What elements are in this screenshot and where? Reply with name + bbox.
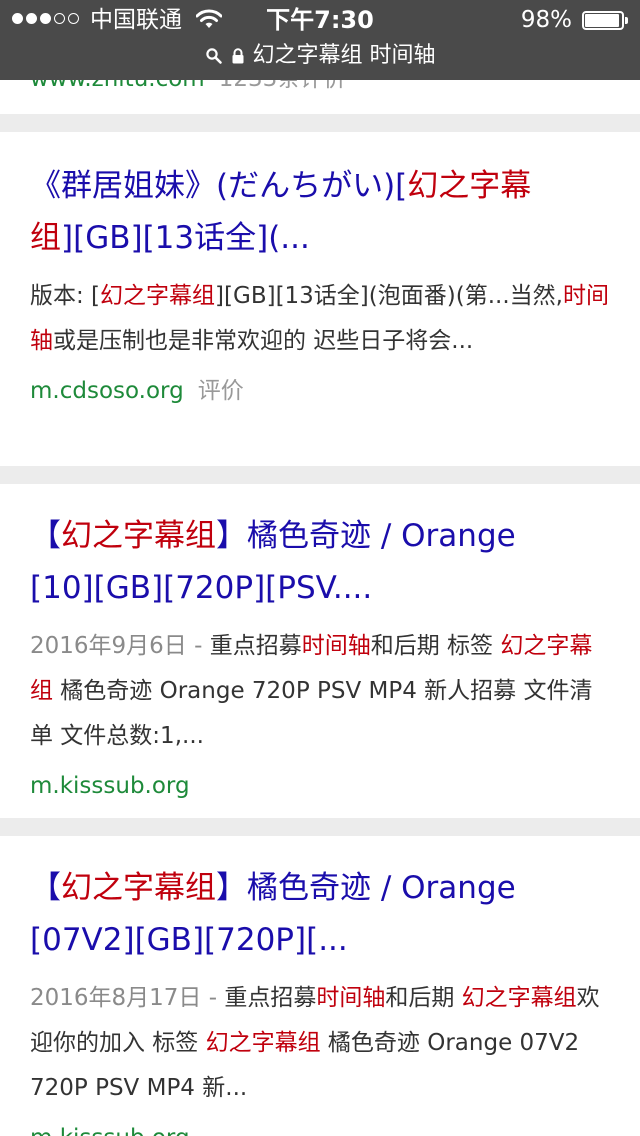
result-snippet: 版本: [幻之字幕组][GB][13话全](泡面番)(第...当然,时间轴或是压… [30,274,610,364]
snippet-highlight: 时间轴 [301,633,371,659]
snippet-highlight: 时间轴 [316,985,386,1011]
battery-percentage: 98% [520,7,572,33]
result-meta: m.cdsoso.org 评价 [30,374,610,408]
snippet-highlight: 幻之字幕组 [100,283,216,309]
address-bar[interactable]: 幻之字幕组 时间轴 [0,40,640,72]
result-site-url[interactable]: m.cdsoso.org [30,378,184,404]
snippet-text: 重点招募 [202,633,302,659]
battery-cap [625,17,628,24]
snippet-text: 橘色奇迹 Orange 720P PSV MP4 新人招募 文件清单 文件总数:… [30,678,593,749]
snippet-text: 和后期 [385,985,462,1011]
title-highlight: 幻之字幕 [407,168,532,204]
snippet-text: 和后期 标签 [370,633,501,659]
result-date: 2016年9月6日 - [30,633,203,659]
title-text: [10][GB][720P][PSV.... [30,570,373,606]
result-site-url[interactable]: m.kisssub.org [30,1125,190,1136]
battery-icon [582,11,628,30]
title-text: 《群居姐妹》(だんちがい)[ [30,168,408,204]
title-highlight: 组 [30,220,61,256]
search-result-card: 【幻之字幕组】橘色奇迹 / Orange [10][GB][720P][PSV..… [0,484,640,818]
result-title-link[interactable]: 【幻之字幕组】橘色奇迹 / Orange [07V2][GB][720P][... [30,862,610,966]
status-bar: 中国联通 下午7:30 98% [0,0,640,40]
snippet-text: 版本: [ [30,283,101,309]
snippet-text: 或是压制也是非常欢迎的 迟些日子将会... [53,328,474,354]
title-highlight: 幻之字幕组 [61,518,216,554]
result-rating[interactable]: 评价 [198,378,244,404]
snippet-highlight: 幻之字幕组 [205,1030,321,1056]
result-title-link[interactable]: 《群居姐妹》(だんちがい)[幻之字幕组][GB][13话全](... [30,160,610,264]
result-title-link[interactable]: 【幻之字幕组】橘色奇迹 / Orange [10][GB][720P][PSV..… [30,510,610,614]
search-icon [205,48,222,64]
result-date: 2016年8月17日 - [30,985,218,1011]
title-highlight: 幻之字幕组 [61,870,216,906]
snippet-text: 重点招募 [217,985,317,1011]
title-text: [07V2][GB][720P][... [30,922,348,958]
search-result-card: 《群居姐妹》(だんちがい)[幻之字幕 组][GB][13话全](... 版本: [… [0,132,640,466]
title-text: 【 [30,870,61,906]
search-query-text: 幻之字幕组 时间轴 [252,43,436,68]
lock-icon [232,48,243,64]
battery-level-fill [585,14,619,27]
result-meta: m.kisssub.org [30,769,610,803]
snippet-highlight: 幻之字幕组 [461,985,577,1011]
search-results-screen: 中国联通 下午7:30 98% 幻之字幕组 时间轴 《群居姐妹》(だんちがい)[… [0,0,640,1136]
result-site-url[interactable]: m.kisssub.org [30,773,190,799]
title-text: 】橘色奇迹 / Orange [216,518,516,554]
browser-top-bar: 中国联通 下午7:30 98% 幻之字幕组 时间轴 [0,0,640,80]
result-snippet: 2016年8月17日 - 重点招募时间轴和后期 幻之字幕组欢迎你的加入 标签 幻… [30,976,610,1111]
result-meta: m.kisssub.org [30,1121,610,1136]
title-text: 【 [30,518,61,554]
title-text: 】橘色奇迹 / Orange [216,870,516,906]
title-text: ][GB][13话全](... [61,220,310,256]
search-result-card: 【幻之字幕组】橘色奇迹 / Orange [07V2][GB][720P][...… [0,836,640,1136]
result-snippet: 2016年9月6日 - 重点招募时间轴和后期 标签 幻之字幕组 橘色奇迹 Ora… [30,624,610,759]
snippet-text: ][GB][13话全](泡面番)(第...当然, [215,283,563,309]
